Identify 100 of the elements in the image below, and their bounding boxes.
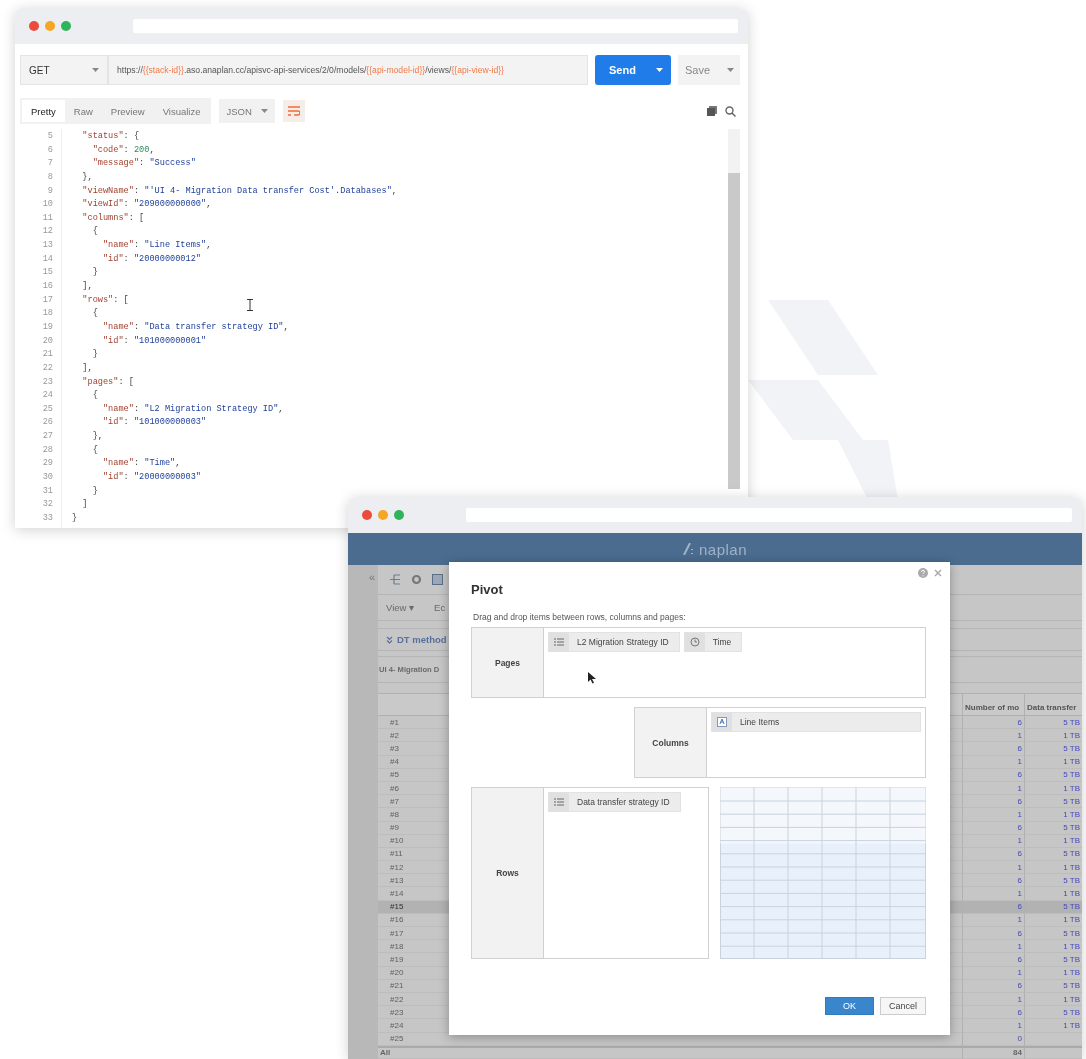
table-cell: 1 — [962, 940, 1024, 954]
table-cell: 5 TB — [1024, 742, 1082, 756]
pivot-item[interactable]: Line Items — [711, 712, 921, 732]
table-cell: 1 TB — [1024, 966, 1082, 980]
view-tab[interactable]: Pretty — [22, 100, 65, 122]
table-cell: 1 TB — [1024, 861, 1082, 875]
line-number: 10 — [42, 198, 53, 212]
table-cell: 6 — [962, 716, 1024, 730]
help-icon[interactable] — [918, 568, 928, 578]
table-cell: 5 TB — [1024, 927, 1082, 941]
wrap-lines-button[interactable] — [283, 100, 306, 122]
code-line: "id": "20000000012" — [101, 252, 201, 266]
table-cell: 5 TB — [1024, 1006, 1082, 1020]
gear-icon[interactable] — [411, 574, 422, 585]
line-number: 17 — [42, 293, 53, 307]
menu-item[interactable]: Ec — [434, 602, 446, 613]
table-cell: 6 — [962, 847, 1024, 862]
view-menu[interactable]: View ▾ — [386, 602, 415, 613]
table-cell: 1 TB — [1024, 808, 1082, 822]
pivot-item[interactable]: L2 Migration Strategy ID — [548, 632, 680, 652]
code-line: "viewName": "'UI 4- Migration Data transfer Cost'.Databases", — [81, 184, 397, 198]
view-tab[interactable]: Preview — [101, 100, 154, 122]
zone-label: Rows — [472, 788, 544, 958]
table-cell: 5 TB — [1024, 821, 1082, 835]
line-number: 30 — [42, 471, 53, 484]
pivot-item[interactable]: Time — [683, 632, 743, 652]
dialog-title: Pivot — [471, 582, 504, 597]
window-maximize-button[interactable] — [394, 510, 404, 520]
table-cell: 6 — [962, 953, 1024, 967]
ok-button[interactable]: OK — [824, 997, 874, 1015]
url-field[interactable]: https://{{stack-id}}.aso.anaplan.cc/apisvc-api-services/2/0/models/{{api-model-id}}/views/{{api-view-id}} — [108, 55, 588, 85]
table-cell: 1 TB — [1024, 834, 1082, 848]
table-cell: 6 — [962, 874, 1024, 888]
table-cell: 6 — [962, 768, 1024, 782]
search-icon[interactable] — [725, 105, 736, 117]
line-number: 5 — [47, 130, 53, 143]
code-line: "status": { — [81, 130, 140, 143]
hierarchy-icon[interactable] — [390, 574, 401, 585]
line-number: 7 — [47, 157, 53, 171]
caret-icon — [656, 68, 663, 72]
code-line: { — [91, 443, 98, 457]
code-line: "pages": [ — [81, 375, 134, 389]
window-maximize-button[interactable] — [61, 21, 71, 31]
grid-icon[interactable] — [432, 574, 443, 585]
instruction-text: Drag and drop items between rows, columns and pages: — [473, 612, 687, 622]
code-line: } — [91, 348, 98, 362]
scrollbar[interactable] — [728, 129, 740, 489]
line-number: 27 — [42, 430, 53, 444]
code-line: { — [91, 389, 98, 403]
window-minimize-button[interactable] — [378, 510, 388, 520]
view-tab[interactable]: Raw — [64, 100, 102, 122]
table-cell: 1 TB — [1024, 729, 1082, 743]
table-cell: 1 — [962, 834, 1024, 848]
table-cell: 5 TB — [1024, 795, 1082, 809]
table-cell: 6 — [962, 821, 1024, 835]
table-cell: 1 TB — [1024, 781, 1082, 796]
table-cell: 0 — [962, 1032, 1024, 1046]
line-number: 25 — [42, 402, 53, 416]
column-header: Number of mo — [962, 694, 1024, 716]
table-cell: 1 — [962, 966, 1024, 980]
table-cell: 1 TB — [1024, 913, 1082, 927]
close-icon[interactable] — [934, 569, 942, 577]
line-number: 16 — [42, 280, 53, 294]
line-number: 18 — [42, 307, 53, 321]
line-number: 9 — [47, 184, 53, 198]
format-select[interactable]: JSON — [219, 99, 276, 123]
table-cell: 1 TB — [1024, 887, 1082, 901]
save-button[interactable]: Save — [678, 55, 740, 85]
window-close-button[interactable] — [29, 21, 39, 31]
line-number: 33 — [42, 511, 53, 525]
code-line: "id": "20000000003" — [101, 471, 201, 484]
code-line: "code": 200, — [91, 143, 155, 157]
code-line: } — [91, 266, 98, 280]
column-header: Data transfer — [1024, 694, 1082, 716]
code-line: "id": "101000000001" — [101, 334, 207, 348]
cancel-button[interactable]: Cancel — [880, 997, 926, 1015]
copy-icon[interactable] — [707, 106, 717, 116]
double-chevron-icon[interactable] — [386, 635, 393, 644]
table-cell: 1 — [962, 1019, 1024, 1033]
table-cell: 1 — [962, 781, 1024, 796]
code-line: ], — [81, 280, 93, 294]
caret-icon — [727, 68, 734, 72]
window-minimize-button[interactable] — [45, 21, 55, 31]
view-tab[interactable]: Visualize — [153, 100, 210, 122]
table-cell: 1 TB — [1024, 992, 1082, 1007]
pivot-item[interactable]: Data transfer strategy ID — [548, 792, 681, 812]
caret-icon — [92, 68, 99, 72]
line-number: 15 — [42, 266, 53, 280]
logo-text: naplan — [698, 540, 747, 558]
table-cell: 1 TB — [1024, 1019, 1082, 1033]
send-button[interactable]: Send — [595, 55, 671, 85]
table-cell: 6 — [962, 1006, 1024, 1020]
table-cell: 1 — [962, 808, 1024, 822]
window-close-button[interactable] — [362, 510, 372, 520]
line-number: 21 — [42, 348, 53, 362]
line-number: 22 — [42, 361, 53, 375]
code-line: "name": "L2 Migration Strategy ID", — [101, 402, 284, 416]
filter-label[interactable]: DT method — [397, 634, 447, 645]
method-select[interactable]: GET — [20, 55, 108, 85]
code-line: "viewId": "209000000000", — [81, 198, 212, 212]
